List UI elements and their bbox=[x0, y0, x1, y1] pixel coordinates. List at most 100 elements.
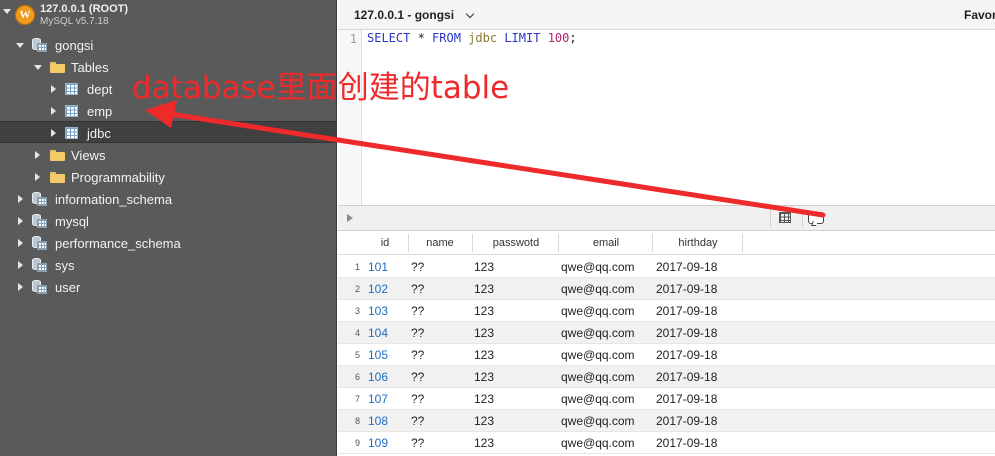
sidebar-item-jdbc[interactable]: jdbc bbox=[0, 121, 336, 143]
play-icon[interactable] bbox=[347, 214, 353, 222]
column-header-name[interactable]: name bbox=[410, 237, 470, 249]
cell-email[interactable]: qwe@qq.com bbox=[561, 326, 635, 340]
cell-name[interactable]: ?? bbox=[411, 304, 424, 318]
cell-passwotd[interactable]: 123 bbox=[474, 414, 494, 428]
sidebar-item-gongsi[interactable]: gongsi bbox=[0, 34, 336, 56]
cell-email[interactable]: qwe@qq.com bbox=[561, 348, 635, 362]
table-row[interactable]: 4 104?? 123 qwe@qq.com 2017-09-18 bbox=[338, 322, 995, 344]
cell-email[interactable]: qwe@qq.com bbox=[561, 436, 635, 450]
cell-name[interactable]: ?? bbox=[411, 326, 424, 340]
cell-passwotd[interactable]: 123 bbox=[474, 304, 494, 318]
column-header-email[interactable]: email bbox=[560, 237, 652, 249]
connection-tab-title[interactable]: 127.0.0.1 - gongsi bbox=[354, 8, 454, 22]
table-row[interactable]: 8 108?? 123 qwe@qq.com 2017-09-18 bbox=[338, 410, 995, 432]
sidebar-item-mysql[interactable]: mysql bbox=[0, 210, 336, 232]
sidebar-item-information-schema[interactable]: information_schema bbox=[0, 188, 336, 210]
cell-name[interactable]: ?? bbox=[411, 392, 424, 406]
sidebar-item-sys[interactable]: sys bbox=[0, 254, 336, 276]
cell-id[interactable]: 107 bbox=[368, 392, 388, 406]
grid-view-icon[interactable] bbox=[779, 212, 791, 223]
sql-keyword-from: FROM bbox=[432, 31, 461, 45]
cell-id[interactable]: 106 bbox=[368, 370, 388, 384]
table-row[interactable]: 1 101?? 123 qwe@qq.com 2017-09-18 bbox=[338, 256, 995, 278]
cell-id[interactable]: 105 bbox=[368, 348, 388, 362]
chevron-right-icon[interactable] bbox=[18, 283, 23, 291]
cell-passwotd[interactable]: 123 bbox=[474, 326, 494, 340]
cell-name[interactable]: ?? bbox=[411, 370, 424, 384]
column-header-passwotd[interactable]: passwotd bbox=[474, 237, 558, 249]
cell-hirthday[interactable]: 2017-09-18 bbox=[656, 282, 717, 296]
table-row[interactable]: 3 103?? 123 qwe@qq.com 2017-09-18 bbox=[338, 300, 995, 322]
cell-hirthday[interactable]: 2017-09-18 bbox=[656, 260, 717, 274]
cell-email[interactable]: qwe@qq.com bbox=[561, 282, 635, 296]
cell-name[interactable]: ?? bbox=[411, 414, 424, 428]
sidebar-item-performance-schema[interactable]: performance_schema bbox=[0, 232, 336, 254]
cell-hirthday[interactable]: 2017-09-18 bbox=[656, 326, 717, 340]
column-divider[interactable] bbox=[472, 234, 473, 252]
column-divider[interactable] bbox=[652, 234, 653, 252]
column-header-id[interactable]: id bbox=[370, 237, 400, 249]
cell-id[interactable]: 101 bbox=[368, 260, 388, 274]
table-row[interactable]: 5 105?? 123 qwe@qq.com 2017-09-18 bbox=[338, 344, 995, 366]
column-divider[interactable] bbox=[742, 234, 743, 252]
chevron-right-icon[interactable] bbox=[18, 261, 23, 269]
chevron-right-icon[interactable] bbox=[35, 151, 40, 159]
query-editor[interactable]: 1 SELECT * FROM jdbc LIMIT 100; bbox=[338, 30, 995, 205]
cell-hirthday[interactable]: 2017-09-18 bbox=[656, 436, 717, 450]
cell-name[interactable]: ?? bbox=[411, 348, 424, 362]
chevron-right-icon[interactable] bbox=[51, 107, 56, 115]
chevron-right-icon[interactable] bbox=[18, 195, 23, 203]
table-row[interactable]: 7 107?? 123 qwe@qq.com 2017-09-18 bbox=[338, 388, 995, 410]
cell-passwotd[interactable]: 123 bbox=[474, 348, 494, 362]
cell-email[interactable]: qwe@qq.com bbox=[561, 304, 635, 318]
favorites-button[interactable]: Favor bbox=[964, 8, 995, 22]
sidebar-item-label: performance_schema bbox=[55, 236, 181, 251]
database-icon bbox=[32, 214, 47, 228]
connection-row[interactable]: W 127.0.0.1 (ROOT) MySQL v5.7.18 bbox=[0, 0, 336, 30]
cell-id[interactable]: 103 bbox=[368, 304, 388, 318]
cell-hirthday[interactable]: 2017-09-18 bbox=[656, 370, 717, 384]
sidebar-item-programmability[interactable]: Programmability bbox=[0, 166, 336, 188]
cell-passwotd[interactable]: 123 bbox=[474, 260, 494, 274]
cell-id[interactable]: 102 bbox=[368, 282, 388, 296]
cell-name[interactable]: ?? bbox=[411, 260, 424, 274]
cell-id[interactable]: 109 bbox=[368, 436, 388, 450]
chevron-right-icon[interactable] bbox=[35, 173, 40, 181]
table-row[interactable]: 9 109?? 123 qwe@qq.com 2017-09-18 bbox=[338, 432, 995, 454]
column-header-hirthday[interactable]: hirthday bbox=[654, 237, 742, 249]
cell-passwotd[interactable]: 123 bbox=[474, 282, 494, 296]
chevron-right-icon[interactable] bbox=[51, 85, 56, 93]
cell-hirthday[interactable]: 2017-09-18 bbox=[656, 304, 717, 318]
chevron-down-icon[interactable] bbox=[16, 43, 24, 48]
cell-email[interactable]: qwe@qq.com bbox=[561, 260, 635, 274]
query-text[interactable]: SELECT * FROM jdbc LIMIT 100; bbox=[367, 31, 577, 45]
sidebar-item-views[interactable]: Views bbox=[0, 144, 336, 166]
cell-email[interactable]: qwe@qq.com bbox=[561, 392, 635, 406]
cell-passwotd[interactable]: 123 bbox=[474, 370, 494, 384]
sql-keyword-limit: LIMIT bbox=[504, 31, 541, 45]
cell-hirthday[interactable]: 2017-09-18 bbox=[656, 348, 717, 362]
table-row[interactable]: 2 102?? 123 qwe@qq.com 2017-09-18 bbox=[338, 278, 995, 300]
cell-email[interactable]: qwe@qq.com bbox=[561, 414, 635, 428]
cell-passwotd[interactable]: 123 bbox=[474, 436, 494, 450]
chevron-down-icon[interactable] bbox=[465, 9, 475, 19]
sidebar-item-user[interactable]: user bbox=[0, 276, 336, 298]
cell-email[interactable]: qwe@qq.com bbox=[561, 370, 635, 384]
chevron-right-icon[interactable] bbox=[51, 129, 56, 137]
column-divider[interactable] bbox=[558, 234, 559, 252]
cell-name[interactable]: ?? bbox=[411, 436, 424, 450]
chevron-right-icon[interactable] bbox=[18, 217, 23, 225]
cell-passwotd[interactable]: 123 bbox=[474, 392, 494, 406]
chevron-right-icon[interactable] bbox=[18, 239, 23, 247]
table-row[interactable]: 6 106?? 123 qwe@qq.com 2017-09-18 bbox=[338, 366, 995, 388]
sidebar-item-label: gongsi bbox=[55, 38, 94, 53]
column-divider[interactable] bbox=[408, 234, 409, 252]
cell-name[interactable]: ?? bbox=[411, 282, 424, 296]
cell-id[interactable]: 104 bbox=[368, 326, 388, 340]
messages-icon[interactable] bbox=[808, 212, 824, 224]
chevron-down-icon[interactable] bbox=[34, 65, 42, 70]
cell-id[interactable]: 108 bbox=[368, 414, 388, 428]
chevron-down-icon[interactable] bbox=[3, 9, 11, 14]
cell-hirthday[interactable]: 2017-09-18 bbox=[656, 414, 717, 428]
cell-hirthday[interactable]: 2017-09-18 bbox=[656, 392, 717, 406]
